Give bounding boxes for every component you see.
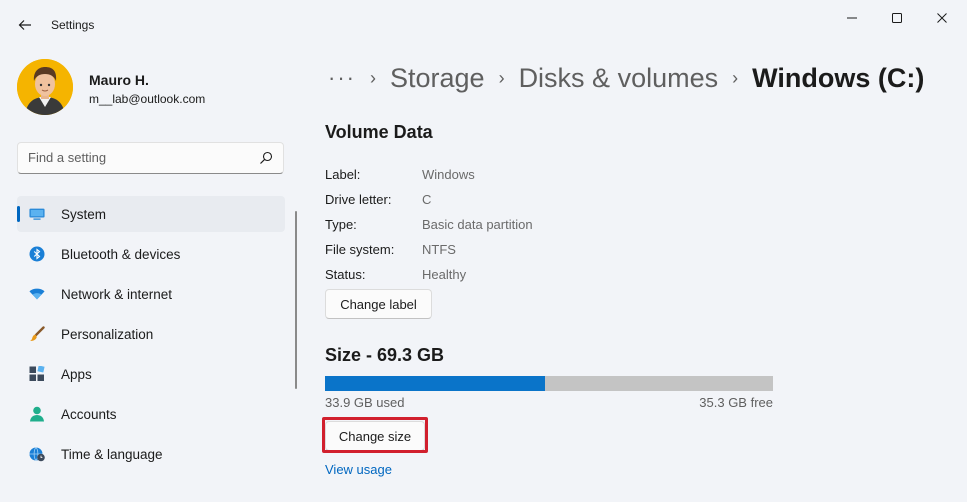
view-usage-link[interactable]: View usage: [325, 462, 392, 477]
sidebar-item-label: Time & language: [61, 447, 163, 462]
accounts-icon: [29, 406, 45, 422]
title-bar: Settings: [0, 0, 967, 52]
sidebar-scrollbar[interactable]: [295, 211, 297, 389]
used-space-text: 33.9 GB used: [325, 395, 405, 410]
size-heading: Size - 69.3 GB: [325, 345, 445, 365]
avatar[interactable]: [17, 59, 73, 115]
sidebar-item-bluetooth-devices[interactable]: Bluetooth & devices: [17, 236, 285, 272]
change-label-button[interactable]: Change label: [325, 289, 432, 319]
wifi-icon: [29, 286, 45, 302]
sidebar-item-time-language[interactable]: Time & language: [17, 436, 285, 472]
maximize-icon: [892, 13, 902, 23]
breadcrumb-item-storage[interactable]: Storage: [390, 63, 485, 94]
sidebar-item-network-internet[interactable]: Network & internet: [17, 276, 285, 312]
user-avatar-icon: [17, 59, 73, 115]
page-title: Windows (C:): [752, 62, 925, 93]
account-email: m__lab@outlook.com: [89, 92, 206, 106]
search-icon[interactable]: [259, 151, 273, 165]
sidebar-item-accounts[interactable]: Accounts: [17, 396, 285, 432]
chevron-right-icon: ›: [498, 67, 505, 88]
field-value-file-system: NTFS: [422, 242, 456, 257]
back-button[interactable]: [12, 12, 38, 38]
sidebar-item-system[interactable]: System: [17, 196, 285, 232]
search-box[interactable]: Find a setting: [17, 142, 284, 174]
system-display-icon: [29, 206, 45, 222]
sidebar-item-label: Accounts: [61, 407, 117, 422]
field-label: Type:: [325, 217, 357, 232]
close-button[interactable]: [919, 4, 965, 32]
minimize-button[interactable]: [829, 4, 875, 32]
maximize-button[interactable]: [874, 4, 920, 32]
free-space-text: 35.3 GB free: [699, 395, 773, 410]
field-label: File system:: [325, 242, 395, 257]
field-label: Drive letter:: [325, 192, 392, 207]
field-value-type: Basic data partition: [422, 217, 533, 232]
sidebar-nav: System Bluetooth & devices Network & int…: [17, 196, 285, 476]
breadcrumb-item-disks-volumes[interactable]: Disks & volumes: [519, 63, 719, 94]
field-label: Label:: [325, 167, 361, 182]
storage-usage-bar: [325, 376, 773, 391]
sidebar-item-apps[interactable]: Apps: [17, 356, 285, 392]
account-name: Mauro H.: [89, 72, 149, 88]
globe-clock-icon: [29, 446, 45, 462]
sidebar-item-personalization[interactable]: Personalization: [17, 316, 285, 352]
sidebar-item-label: Personalization: [61, 327, 154, 342]
storage-usage-fill: [325, 376, 545, 391]
search-input[interactable]: Find a setting: [28, 150, 106, 165]
field-value-label: Windows: [422, 167, 475, 182]
field-label: Status:: [325, 267, 366, 282]
highlight-box: [322, 417, 428, 453]
close-icon: [937, 13, 947, 23]
breadcrumb: ··· › Storage › Disks & volumes › Window…: [328, 58, 924, 98]
sidebar-item-label: Apps: [61, 367, 92, 382]
back-arrow-icon: [18, 20, 31, 30]
chevron-right-icon: ›: [732, 67, 739, 88]
sidebar-item-label: Bluetooth & devices: [61, 247, 181, 262]
chevron-right-icon: ›: [369, 67, 376, 88]
field-value-status: Healthy: [422, 267, 467, 282]
apps-icon: [29, 366, 45, 382]
minimize-icon: [847, 17, 857, 19]
breadcrumb-more-button[interactable]: ···: [328, 65, 356, 91]
app-title: Settings: [51, 18, 95, 32]
sidebar-item-label: Network & internet: [61, 287, 173, 302]
sidebar-item-label: System: [61, 207, 107, 222]
brush-icon: [29, 326, 45, 342]
bluetooth-icon: [29, 246, 45, 262]
selected-indicator: [17, 206, 20, 222]
volume-data-heading: Volume Data: [325, 122, 433, 142]
field-value-drive-letter: C: [422, 192, 432, 207]
settings-window: Settings Mauro H. m__lab@outlook.com Fin…: [0, 0, 967, 502]
